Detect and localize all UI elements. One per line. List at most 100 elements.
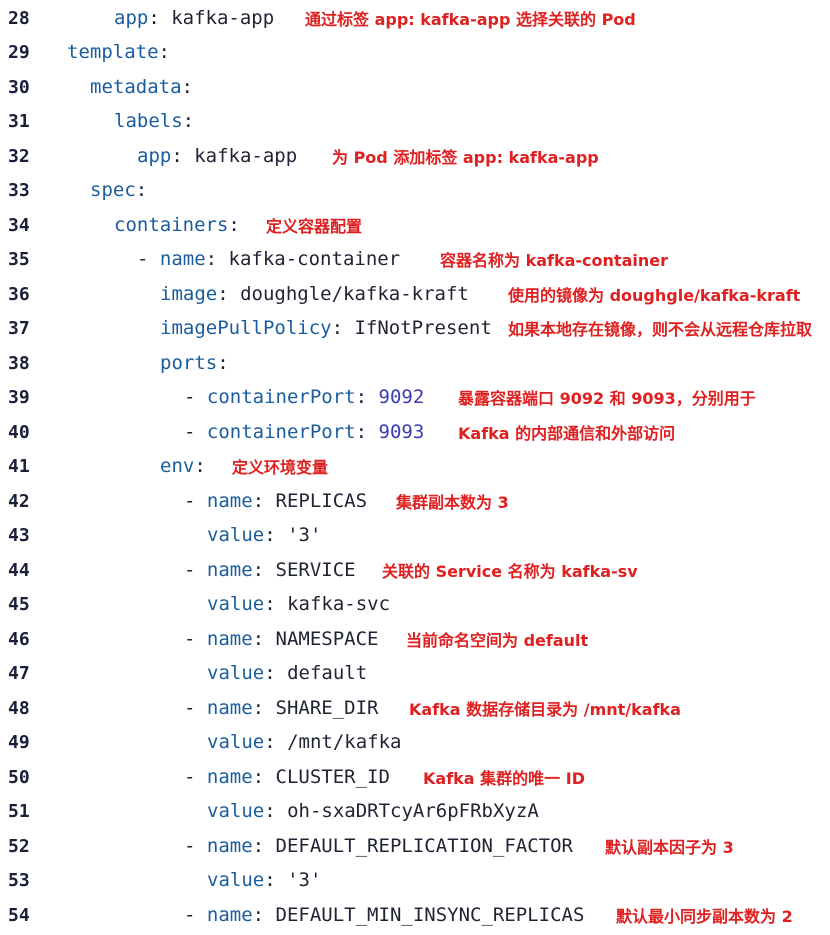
code-line: 50 - name: CLUSTER_ID Kafka 集群的唯一 ID: [0, 760, 830, 794]
code-text[interactable]: - name: DEFAULT_MIN_INSYNC_REPLICAS: [184, 904, 584, 926]
code-text[interactable]: app: kafka-app: [114, 7, 274, 29]
yaml-value: IfNotPresent: [343, 317, 492, 339]
code-line: 54 - name: DEFAULT_MIN_INSYNC_REPLICAS 默…: [0, 898, 830, 932]
annotation: Kafka 的内部通信和外部访问: [458, 424, 676, 443]
line-number: 35: [8, 248, 30, 270]
list-dash: -: [184, 559, 207, 581]
annotation: 容器名称为 kafka-container: [440, 251, 668, 270]
code-text[interactable]: labels:: [114, 110, 194, 132]
colon: :: [355, 386, 368, 408]
code-line: 37 imagePullPolicy: IfNotPresent 如果本地存在镜…: [0, 311, 830, 345]
line-number: 44: [8, 559, 30, 581]
yaml-key: value: [207, 731, 265, 753]
yaml-value: kafka-container: [217, 248, 401, 270]
colon: :: [264, 524, 276, 546]
line-number: 36: [8, 283, 30, 305]
code-editor[interactable]: 28 app: kafka-app 通过标签 app: kafka-app 选择…: [0, 0, 830, 935]
code-line: 52 - name: DEFAULT_REPLICATION_FACTOR 默认…: [0, 829, 830, 863]
code-text[interactable]: template:: [67, 41, 170, 63]
code-text[interactable]: value: /mnt/kafka: [207, 731, 402, 753]
line-number: 40: [8, 421, 30, 443]
yaml-key: name: [159, 248, 206, 270]
code-line: 31 labels:: [0, 104, 830, 138]
code-text[interactable]: - name: SERVICE: [184, 559, 356, 581]
yaml-key: value: [207, 800, 265, 822]
line-number: 39: [8, 386, 30, 408]
code-text[interactable]: - containerPort: 9093: [184, 421, 424, 443]
yaml-value: SHARE_DIR: [264, 697, 379, 719]
colon: :: [252, 766, 265, 788]
code-text[interactable]: app: kafka-app: [137, 145, 297, 167]
annotation: 通过标签 app: kafka-app 选择关联的 Pod: [305, 10, 636, 29]
colon: :: [205, 248, 218, 270]
code-line: 40 - containerPort: 9093 Kafka 的内部通信和外部访…: [0, 415, 830, 449]
code-line: 33 spec:: [0, 173, 830, 207]
yaml-key: metadata: [90, 76, 182, 98]
yaml-value: SERVICE: [264, 559, 356, 581]
code-text[interactable]: value: '3': [207, 869, 321, 891]
colon: :: [252, 697, 265, 719]
line-number: 33: [8, 179, 30, 201]
code-line: 51 value: oh-sxaDRTcyAr6pFRbXyzA: [0, 794, 830, 828]
list-dash: -: [184, 766, 207, 788]
yaml-key: image: [160, 283, 218, 305]
annotation: Kafka 数据存储目录为 /mnt/kafka: [409, 700, 681, 719]
yaml-key: name: [206, 490, 253, 512]
yaml-key: name: [206, 904, 253, 926]
list-dash: -: [184, 835, 207, 857]
code-line: 32 app: kafka-app 为 Pod 添加标签 app: kafka-…: [0, 139, 830, 173]
code-text[interactable]: - name: kafka-container: [137, 248, 400, 270]
line-number: 53: [8, 869, 30, 891]
yaml-value: '3': [275, 524, 322, 546]
line-number: 31: [8, 110, 30, 132]
line-number: 28: [8, 7, 30, 29]
yaml-key: value: [207, 593, 265, 615]
annotation: 关联的 Service 名称为 kafka-sv: [382, 562, 638, 581]
line-number: 41: [8, 455, 30, 477]
yaml-value: oh-sxaDRTcyAr6pFRbXyzA: [275, 800, 539, 822]
code-text[interactable]: value: '3': [207, 524, 321, 546]
code-text[interactable]: - name: DEFAULT_REPLICATION_FACTOR: [184, 835, 573, 857]
code-text[interactable]: value: default: [207, 662, 367, 684]
annotation: 集群副本数为 3: [396, 493, 509, 512]
line-number: 29: [8, 41, 30, 63]
code-text[interactable]: containers:: [114, 214, 240, 236]
code-line: 53 value: '3': [0, 863, 830, 897]
colon: :: [264, 662, 276, 684]
code-text[interactable]: env:: [160, 455, 206, 477]
code-text[interactable]: - containerPort: 9092: [184, 386, 424, 408]
yaml-key: app: [114, 7, 149, 29]
list-dash: -: [184, 904, 207, 926]
line-number: 43: [8, 524, 30, 546]
code-text[interactable]: - name: REPLICAS: [184, 490, 367, 512]
colon: :: [194, 455, 206, 477]
yaml-value: CLUSTER_ID: [264, 766, 390, 788]
code-line: 39 - containerPort: 9092 暴露容器端口 9092 和 9…: [0, 380, 830, 414]
code-text[interactable]: imagePullPolicy: IfNotPresent: [160, 317, 492, 339]
code-line: 38 ports:: [0, 346, 830, 380]
colon: :: [264, 593, 276, 615]
line-number: 32: [8, 145, 30, 167]
yaml-key: app: [137, 145, 172, 167]
code-text[interactable]: value: oh-sxaDRTcyAr6pFRbXyzA: [207, 800, 539, 822]
annotation: 使用的镜像为 doughgle/kafka-kraft: [508, 286, 801, 305]
yaml-key: ports: [160, 352, 218, 374]
code-text[interactable]: - name: CLUSTER_ID: [184, 766, 390, 788]
code-text[interactable]: spec:: [90, 179, 147, 201]
colon: :: [252, 904, 265, 926]
colon: :: [217, 283, 229, 305]
annotation: 定义环境变量: [232, 458, 329, 477]
code-text[interactable]: image: doughgle/kafka-kraft: [160, 283, 469, 305]
list-dash: -: [184, 697, 207, 719]
yaml-value: '3': [275, 869, 322, 891]
yaml-value: 9093: [367, 421, 425, 443]
code-text[interactable]: - name: SHARE_DIR: [184, 697, 379, 719]
code-text[interactable]: ports:: [160, 352, 229, 374]
yaml-key: name: [206, 766, 253, 788]
code-text[interactable]: metadata:: [90, 76, 193, 98]
code-text[interactable]: value: kafka-svc: [207, 593, 390, 615]
yaml-key: value: [207, 662, 265, 684]
colon: :: [135, 179, 148, 201]
yaml-key: name: [206, 835, 253, 857]
code-text[interactable]: - name: NAMESPACE: [184, 628, 379, 650]
